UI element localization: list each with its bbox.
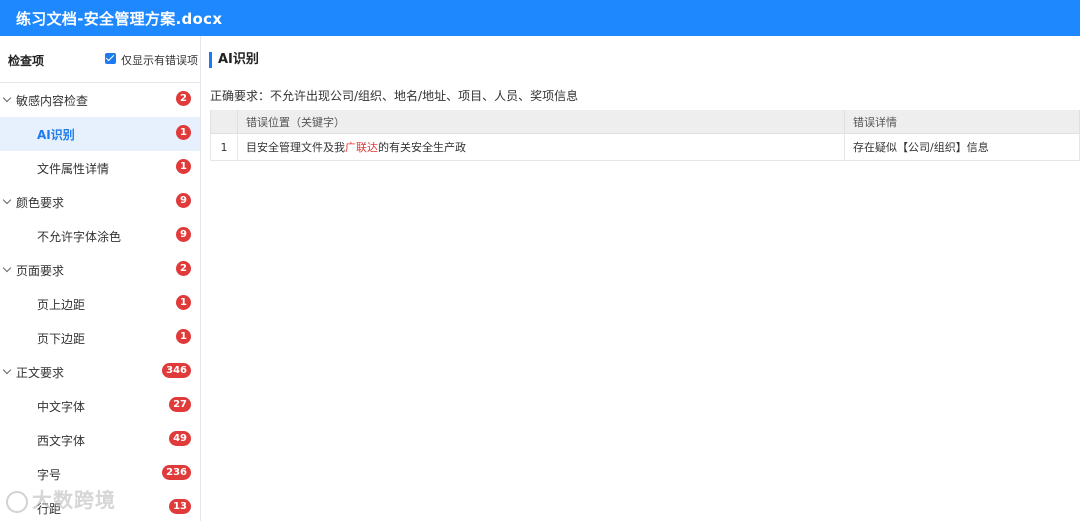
tree-item-label: 页面要求 <box>16 264 65 278</box>
show-errors-only-checkbox[interactable] <box>105 53 116 64</box>
location-text-before: 目安全管理文件及我 <box>246 141 345 154</box>
error-count-badge: 346 <box>162 363 191 378</box>
tree-item-label: AI识别 <box>37 128 75 142</box>
column-header-detail[interactable]: 错误详情 <box>844 110 1080 134</box>
tree-item-label: 颜色要求 <box>16 196 65 210</box>
column-header-location[interactable]: 错误位置（关键字） <box>237 110 845 134</box>
error-count-badge: 1 <box>176 125 191 140</box>
chevron-down-icon[interactable] <box>2 93 12 103</box>
tree-item-label: 页下边距 <box>37 332 86 346</box>
tree-item-body-requirements[interactable]: 正文要求 346 <box>0 355 200 389</box>
tree-item-page-requirements[interactable]: 页面要求 2 <box>0 253 200 287</box>
location-text-after: 的有关安全生产政 <box>378 141 466 154</box>
chevron-down-icon[interactable] <box>2 263 12 273</box>
watermark-text: 大数跨境 <box>32 488 116 512</box>
error-count-badge: 1 <box>176 159 191 174</box>
sidebar: 检查项 仅显示有错误项 敏感内容检查 2 AI识别 1 文件属性详情 1 颜色要… <box>0 36 201 521</box>
error-location-cell[interactable]: 目安全管理文件及我广联达的有关安全生产政 <box>237 133 845 161</box>
tree-item-label: 正文要求 <box>16 366 65 380</box>
watermark-logo-icon <box>6 490 28 513</box>
tree-item-chinese-font[interactable]: 中文字体 27 <box>0 389 200 423</box>
tree-item-label: 中文字体 <box>37 400 86 414</box>
row-index: 1 <box>210 133 238 161</box>
tree-item-label: 西文字体 <box>37 434 86 448</box>
error-count-badge: 9 <box>176 193 191 208</box>
error-count-badge: 27 <box>169 397 191 412</box>
tree-item-label: 文件属性详情 <box>37 162 110 176</box>
column-header-index <box>210 110 238 134</box>
chevron-down-icon[interactable] <box>2 365 12 375</box>
show-errors-only-label[interactable]: 仅显示有错误项 <box>121 52 198 68</box>
tree-item-file-properties[interactable]: 文件属性详情 1 <box>0 151 200 185</box>
sidebar-title: 检查项 <box>8 54 45 68</box>
requirement-text: 正确要求：不允许出现公司/组织、地名/地址、项目、人员、奖项信息 <box>210 89 579 103</box>
sidebar-header: 检查项 仅显示有错误项 <box>0 36 200 83</box>
error-count-badge: 236 <box>162 465 191 480</box>
tree-item-ai-recognition[interactable]: AI识别 1 <box>0 117 200 151</box>
error-detail-cell: 存在疑似【公司/组织】信息 <box>844 133 1080 161</box>
check-tree: 敏感内容检查 2 AI识别 1 文件属性详情 1 颜色要求 9 不允许字体涂色 … <box>0 83 200 521</box>
error-count-badge: 13 <box>169 499 191 514</box>
table-row[interactable]: 1 目安全管理文件及我广联达的有关安全生产政 存在疑似【公司/组织】信息 <box>210 133 1080 161</box>
error-count-badge: 49 <box>169 431 191 446</box>
section-title: AI识别 <box>209 52 259 68</box>
tree-item-top-margin[interactable]: 页上边距 1 <box>0 287 200 321</box>
error-count-badge: 2 <box>176 261 191 276</box>
tree-item-bottom-margin[interactable]: 页下边距 1 <box>0 321 200 355</box>
tree-item-western-font[interactable]: 西文字体 49 <box>0 423 200 457</box>
table-header-row: 错误位置（关键字） 错误详情 <box>210 110 1080 134</box>
chevron-down-icon[interactable] <box>2 195 12 205</box>
tree-item-label: 不允许字体涂色 <box>37 230 122 244</box>
tree-item-sensitive-content[interactable]: 敏感内容检查 2 <box>0 83 200 117</box>
window-title: 练习文档-安全管理方案.docx <box>16 10 223 28</box>
error-table: 错误位置（关键字） 错误详情 1 目安全管理文件及我广联达的有关安全生产政 存在… <box>210 110 1080 161</box>
error-count-badge: 9 <box>176 227 191 242</box>
watermark: 大数跨境 <box>6 484 116 513</box>
tree-item-no-font-coloring[interactable]: 不允许字体涂色 9 <box>0 219 200 253</box>
tree-item-color-requirements[interactable]: 颜色要求 9 <box>0 185 200 219</box>
tree-item-label: 敏感内容检查 <box>16 94 89 108</box>
main-panel: AI识别 正确要求：不允许出现公司/组织、地名/地址、项目、人员、奖项信息 错误… <box>201 36 1080 521</box>
tree-item-label: 页上边距 <box>37 298 86 312</box>
title-bar: 练习文档-安全管理方案.docx <box>0 0 1080 36</box>
location-keyword: 广联达 <box>345 141 378 154</box>
tree-item-label: 字号 <box>37 468 62 482</box>
error-count-badge: 2 <box>176 91 191 106</box>
error-count-badge: 1 <box>176 329 191 344</box>
error-count-badge: 1 <box>176 295 191 310</box>
